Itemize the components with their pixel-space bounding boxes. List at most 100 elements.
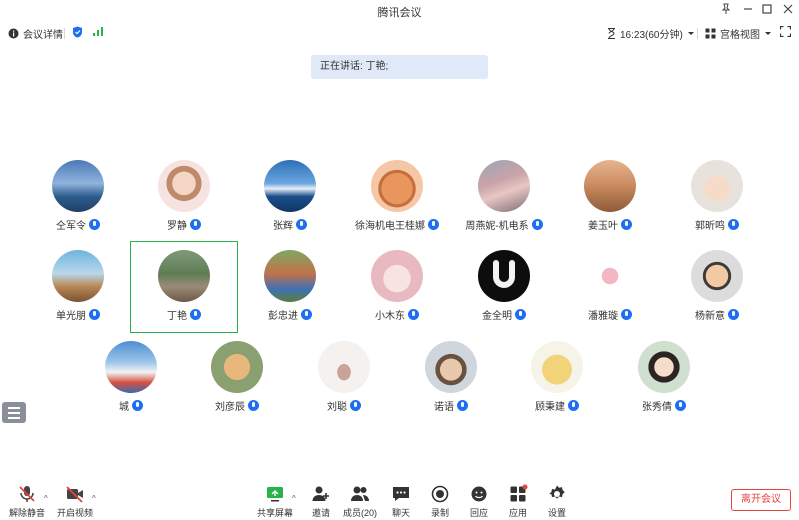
participant-tile[interactable]: 张秀倩 xyxy=(611,341,717,431)
avatar xyxy=(52,160,104,212)
gear-icon xyxy=(549,485,565,499)
security-icon[interactable] xyxy=(72,26,83,38)
leave-meeting-button[interactable]: 离开会议 xyxy=(731,489,791,511)
mic-icon xyxy=(408,309,419,320)
view-switch-button[interactable]: 宫格视图 xyxy=(705,26,772,41)
meeting-details-button[interactable]: 会议详情 xyxy=(8,26,63,41)
fullscreen-icon[interactable] xyxy=(780,26,791,37)
info-bar: 会议详情 16:23(60分钟) 宫格视图 xyxy=(0,22,799,44)
participant-name: 彭忠进 xyxy=(268,311,298,322)
chat-icon xyxy=(393,487,409,501)
mic-icon xyxy=(350,400,361,411)
chat-button[interactable]: 聊天 xyxy=(379,484,423,520)
reaction-button[interactable]: 回应 xyxy=(457,484,501,520)
title-bar: 腾讯会议 xyxy=(0,0,799,22)
participant-tile[interactable]: 周燕妮-机电系 xyxy=(451,160,557,250)
mic-icon xyxy=(531,219,543,230)
avatar xyxy=(584,160,636,212)
chevron-up-icon[interactable]: ^ xyxy=(92,494,96,503)
avatar xyxy=(638,341,690,393)
camera-off-icon xyxy=(66,486,83,503)
apps-button[interactable]: 应用 xyxy=(496,484,540,520)
avatar xyxy=(158,250,210,302)
avatar xyxy=(425,341,477,393)
info-icon xyxy=(8,28,19,39)
record-label: 录制 xyxy=(430,508,449,518)
participant-tile[interactable]: 城 xyxy=(78,341,184,431)
window-title: 腾讯会议 xyxy=(377,7,422,19)
avatar-letter-u xyxy=(493,260,515,288)
share-screen-button[interactable]: 共享屏幕 xyxy=(253,484,297,520)
maximize-icon[interactable] xyxy=(756,2,778,20)
participant-tile[interactable]: 罗静 xyxy=(131,160,237,250)
participant-tile[interactable]: 诺语 xyxy=(398,341,504,431)
participant-tile[interactable]: 杨新意 xyxy=(664,250,770,340)
participant-name: 罗静 xyxy=(167,221,187,232)
participant-tile[interactable]: 刘聪 xyxy=(291,341,397,431)
chevron-down-icon xyxy=(765,31,771,35)
avatar xyxy=(264,160,316,212)
members-button[interactable]: 成员(20) xyxy=(338,484,382,520)
participant-tile[interactable]: 郭昕鸣 xyxy=(664,160,770,250)
record-icon xyxy=(431,485,449,503)
mic-icon xyxy=(428,219,439,230)
mic-icon xyxy=(728,219,739,230)
participant-name: 潘雅璇 xyxy=(588,311,618,322)
settings-button[interactable]: 设置 xyxy=(535,484,579,520)
avatar xyxy=(264,250,316,302)
hourglass-icon xyxy=(608,28,615,39)
avatar xyxy=(52,250,104,302)
avatar xyxy=(478,250,530,302)
avatar xyxy=(371,160,423,212)
participant-name: 顾秉建 xyxy=(535,402,565,413)
mic-icon xyxy=(89,219,100,230)
invite-icon xyxy=(312,486,329,501)
participant-tile[interactable]: 姜玉叶 xyxy=(557,160,663,250)
participant-name: 刘彦辰 xyxy=(215,402,245,413)
participant-tile[interactable]: 彭忠进 xyxy=(237,250,343,340)
participant-tile[interactable]: 单光朋 xyxy=(25,250,131,340)
participant-tile[interactable]: 刘彦辰 xyxy=(184,341,290,431)
mic-icon xyxy=(457,400,468,411)
participant-name: 仝军令 xyxy=(56,221,86,232)
avatar xyxy=(318,341,370,393)
grid-view-icon xyxy=(705,28,716,39)
participant-tile[interactable]: 小木东 xyxy=(344,250,450,340)
record-button[interactable]: 录制 xyxy=(418,484,462,520)
chevron-down-icon xyxy=(687,31,694,35)
chat-label: 聊天 xyxy=(391,508,410,518)
mic-icon xyxy=(621,309,632,320)
participant-tile[interactable]: 徐海机电王桂娜 xyxy=(344,160,450,250)
unmute-label: 解除静音 xyxy=(8,508,45,518)
participant-name: 张辉 xyxy=(273,221,293,232)
apps-label: 应用 xyxy=(508,508,527,518)
mic-icon xyxy=(515,309,526,320)
start-video-label: 开启视频 xyxy=(56,508,93,518)
participant-tile[interactable]: 顾秉建 xyxy=(504,341,610,431)
mic-icon xyxy=(568,400,579,411)
invite-label: 邀请 xyxy=(311,508,330,518)
participant-tile[interactable]: 张辉 xyxy=(237,160,343,250)
participant-tile-active-speaker[interactable]: 丁艳 xyxy=(130,241,238,333)
mic-muted-icon xyxy=(19,486,35,502)
mic-icon xyxy=(132,400,143,411)
close-icon[interactable] xyxy=(777,2,799,20)
unmute-button[interactable]: 解除静音 xyxy=(5,484,49,520)
list-toggle-button[interactable] xyxy=(2,402,26,423)
participant-tile[interactable]: 潘雅璇 xyxy=(557,250,663,340)
participant-tile[interactable]: 仝军令 xyxy=(25,160,131,250)
chevron-up-icon[interactable]: ^ xyxy=(292,494,296,503)
chevron-up-icon[interactable]: ^ xyxy=(44,494,48,503)
reaction-icon xyxy=(471,486,487,502)
invite-button[interactable]: 邀请 xyxy=(299,484,343,520)
participant-name: 丁艳 xyxy=(167,311,187,322)
start-video-button[interactable]: 开启视频 xyxy=(53,484,97,520)
avatar xyxy=(105,341,157,393)
meeting-details-label: 会议详情 xyxy=(23,30,63,41)
participant-tile[interactable]: 金全明 xyxy=(451,250,557,340)
timer-display[interactable]: 16:23(60分钟) xyxy=(607,26,695,41)
pin-icon[interactable] xyxy=(715,2,737,20)
participant-name: 姜玉叶 xyxy=(588,221,618,232)
participant-name: 诺语 xyxy=(434,402,454,413)
participant-name: 周燕妮-机电系 xyxy=(465,221,529,232)
